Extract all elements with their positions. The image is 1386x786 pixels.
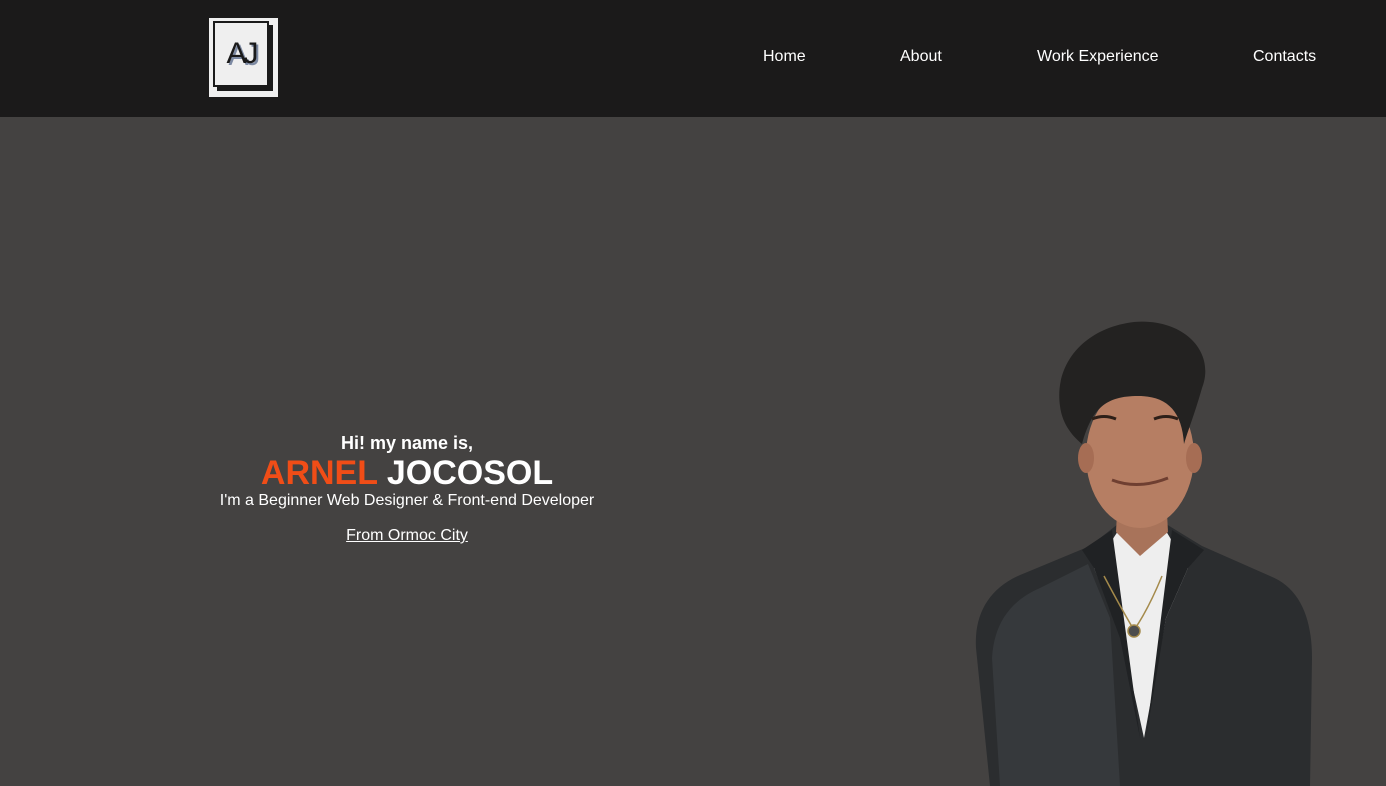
portrait-left-ear bbox=[1078, 443, 1094, 473]
nav-contacts-link[interactable]: Contacts bbox=[1253, 47, 1316, 67]
location-link[interactable]: From Ormoc City bbox=[346, 526, 468, 546]
nav-work-experience-link[interactable]: Work Experience bbox=[1037, 47, 1159, 67]
hero-tagline: I'm a Beginner Web Designer & Front-end … bbox=[219, 492, 595, 509]
logo-frame: AJ bbox=[213, 21, 269, 87]
portrait-pendant bbox=[1127, 624, 1141, 638]
portrait-right-ear bbox=[1186, 443, 1202, 473]
hero-name: ARNEL JOCOSOL bbox=[157, 456, 657, 490]
navbar: AJ Home About Work Experience Contacts bbox=[0, 0, 1386, 117]
hero-first-name: ARNEL bbox=[260, 454, 378, 492]
page: AJ Home About Work Experience Contacts H… bbox=[0, 0, 1386, 786]
profile-photo bbox=[975, 321, 1312, 786]
aj-logo-icon[interactable]: AJ bbox=[209, 18, 278, 97]
nav-about-link[interactable]: About bbox=[900, 47, 942, 67]
hero-greeting: Hi! my name is, bbox=[340, 433, 474, 453]
hero-intro: Hi! my name is, ARNEL JOCOSOL I'm a Begi… bbox=[157, 430, 657, 546]
hero-last-name: JOCOSOL bbox=[386, 454, 554, 492]
logo-text: AJ bbox=[226, 37, 258, 70]
nav-home-link[interactable]: Home bbox=[763, 47, 806, 67]
